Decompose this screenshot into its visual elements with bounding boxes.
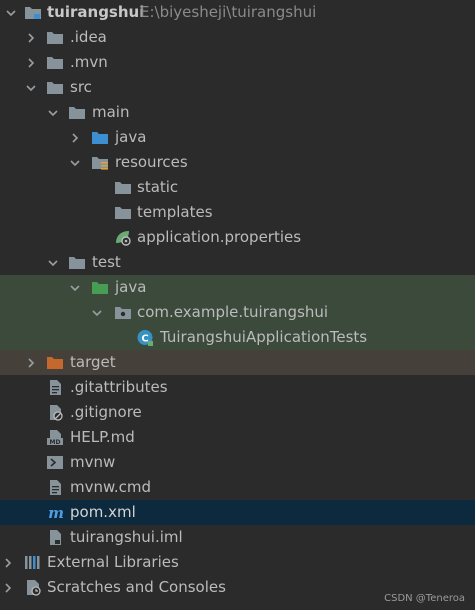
tree-item-label: tuirangshui.iml [70, 528, 183, 546]
svg-text:m: m [48, 504, 64, 521]
tree-item-label: mvnw.cmd [70, 478, 152, 496]
maven-icon: m [46, 504, 64, 521]
tree-item-label: .gitattributes [70, 378, 168, 396]
package-icon [114, 304, 132, 321]
java-class-icon: C [136, 329, 154, 346]
tree-item-label: resources [115, 153, 188, 171]
tree-item-test-java[interactable]: java [0, 275, 475, 300]
text-file-icon [46, 479, 64, 496]
scratches-icon [24, 579, 42, 596]
tree-item-label: TuirangshuiApplicationTests [160, 328, 368, 346]
markdown-icon: MD [46, 429, 64, 446]
spring-properties-icon [114, 229, 132, 246]
tree-item-label: .gitignore [70, 403, 142, 421]
tree-item-help-md[interactable]: MD HELP.md [0, 425, 475, 450]
tree-item-pom-xml[interactable]: m pom.xml [0, 500, 475, 525]
chevron-right-icon[interactable] [68, 125, 82, 150]
chevron-right-icon[interactable] [24, 25, 38, 50]
test-source-folder-icon [91, 279, 109, 296]
libraries-icon [24, 554, 42, 571]
resources-folder-icon [91, 154, 109, 171]
excluded-folder-icon [46, 354, 64, 371]
chevron-right-icon[interactable] [1, 575, 15, 600]
tree-item-target[interactable]: target [0, 350, 475, 375]
module-folder-icon [24, 4, 42, 21]
tree-item-templates[interactable]: templates [0, 200, 475, 225]
tree-item-gitignore[interactable]: .gitignore [0, 400, 475, 425]
project-tree: tuirangshui E:\biyesheji\tuirangshui .id… [0, 0, 475, 600]
tree-item-gitattributes[interactable]: .gitattributes [0, 375, 475, 400]
folder-icon [114, 204, 132, 221]
tree-item-label: java [115, 278, 147, 296]
tree-item-label: Scratches and Consoles [47, 578, 226, 596]
shell-script-icon [46, 454, 64, 471]
tree-item-label: HELP.md [70, 428, 135, 446]
chevron-down-icon[interactable] [68, 150, 82, 175]
tree-item-main-java[interactable]: java [0, 125, 475, 150]
tree-item-label: target [70, 353, 116, 371]
tree-item-label: application.properties [137, 228, 302, 246]
tree-item-iml[interactable]: tuirangshui.iml [0, 525, 475, 550]
tree-item-label: External Libraries [47, 553, 179, 571]
tree-item-mvn[interactable]: .mvn [0, 50, 475, 75]
tree-item-label: .mvn [70, 53, 108, 71]
watermark: CSDN @Teneroa [384, 593, 465, 604]
tree-item-label: test [92, 253, 121, 271]
tree-item-test-class[interactable]: C TuirangshuiApplicationTests [0, 325, 475, 350]
tree-item-label: templates [137, 203, 213, 221]
tree-item-label: com.example.tuirangshui [137, 303, 329, 321]
tree-item-external-libraries[interactable]: External Libraries [0, 550, 475, 575]
tree-item-label: src [70, 78, 92, 96]
chevron-right-icon[interactable] [24, 50, 38, 75]
tree-item-label: java [115, 128, 147, 146]
tree-item-label: main [92, 103, 130, 121]
tree-item-application-properties[interactable]: application.properties [0, 225, 475, 250]
tree-item-label: .idea [70, 28, 107, 46]
folder-icon [68, 104, 86, 121]
tree-item-main[interactable]: main [0, 100, 475, 125]
folder-icon [46, 79, 64, 96]
folder-icon [68, 254, 86, 271]
module-file-icon [46, 529, 64, 546]
chevron-down-icon[interactable] [46, 100, 60, 125]
chevron-down-icon[interactable] [4, 0, 18, 25]
tree-item-label: pom.xml [70, 503, 136, 521]
project-name: tuirangshui [47, 3, 145, 21]
chevron-right-icon[interactable] [1, 550, 15, 575]
tree-item-project-root[interactable]: tuirangshui E:\biyesheji\tuirangshui [0, 0, 475, 25]
chevron-down-icon[interactable] [24, 75, 38, 100]
svg-text:C: C [141, 334, 148, 345]
tree-item-src[interactable]: src [0, 75, 475, 100]
tree-item-resources[interactable]: resources [0, 150, 475, 175]
tree-item-label: mvnw [70, 453, 116, 471]
chevron-right-icon[interactable] [24, 350, 38, 375]
tree-item-label: static [137, 178, 179, 196]
tree-item-test[interactable]: test [0, 250, 475, 275]
svg-text:MD: MD [50, 439, 61, 446]
chevron-down-icon[interactable] [46, 250, 60, 275]
ignore-file-icon [46, 404, 64, 421]
source-folder-icon [91, 129, 109, 146]
chevron-down-icon[interactable] [90, 300, 104, 325]
tree-item-idea[interactable]: .idea [0, 25, 475, 50]
project-path: E:\biyesheji\tuirangshui [140, 3, 317, 21]
text-file-icon [46, 379, 64, 396]
folder-icon [114, 179, 132, 196]
folder-icon [46, 54, 64, 71]
folder-icon [46, 29, 64, 46]
tree-item-mvnw-cmd[interactable]: mvnw.cmd [0, 475, 475, 500]
tree-item-package[interactable]: com.example.tuirangshui [0, 300, 475, 325]
chevron-down-icon[interactable] [68, 275, 82, 300]
tree-item-static[interactable]: static [0, 175, 475, 200]
tree-item-mvnw[interactable]: mvnw [0, 450, 475, 475]
